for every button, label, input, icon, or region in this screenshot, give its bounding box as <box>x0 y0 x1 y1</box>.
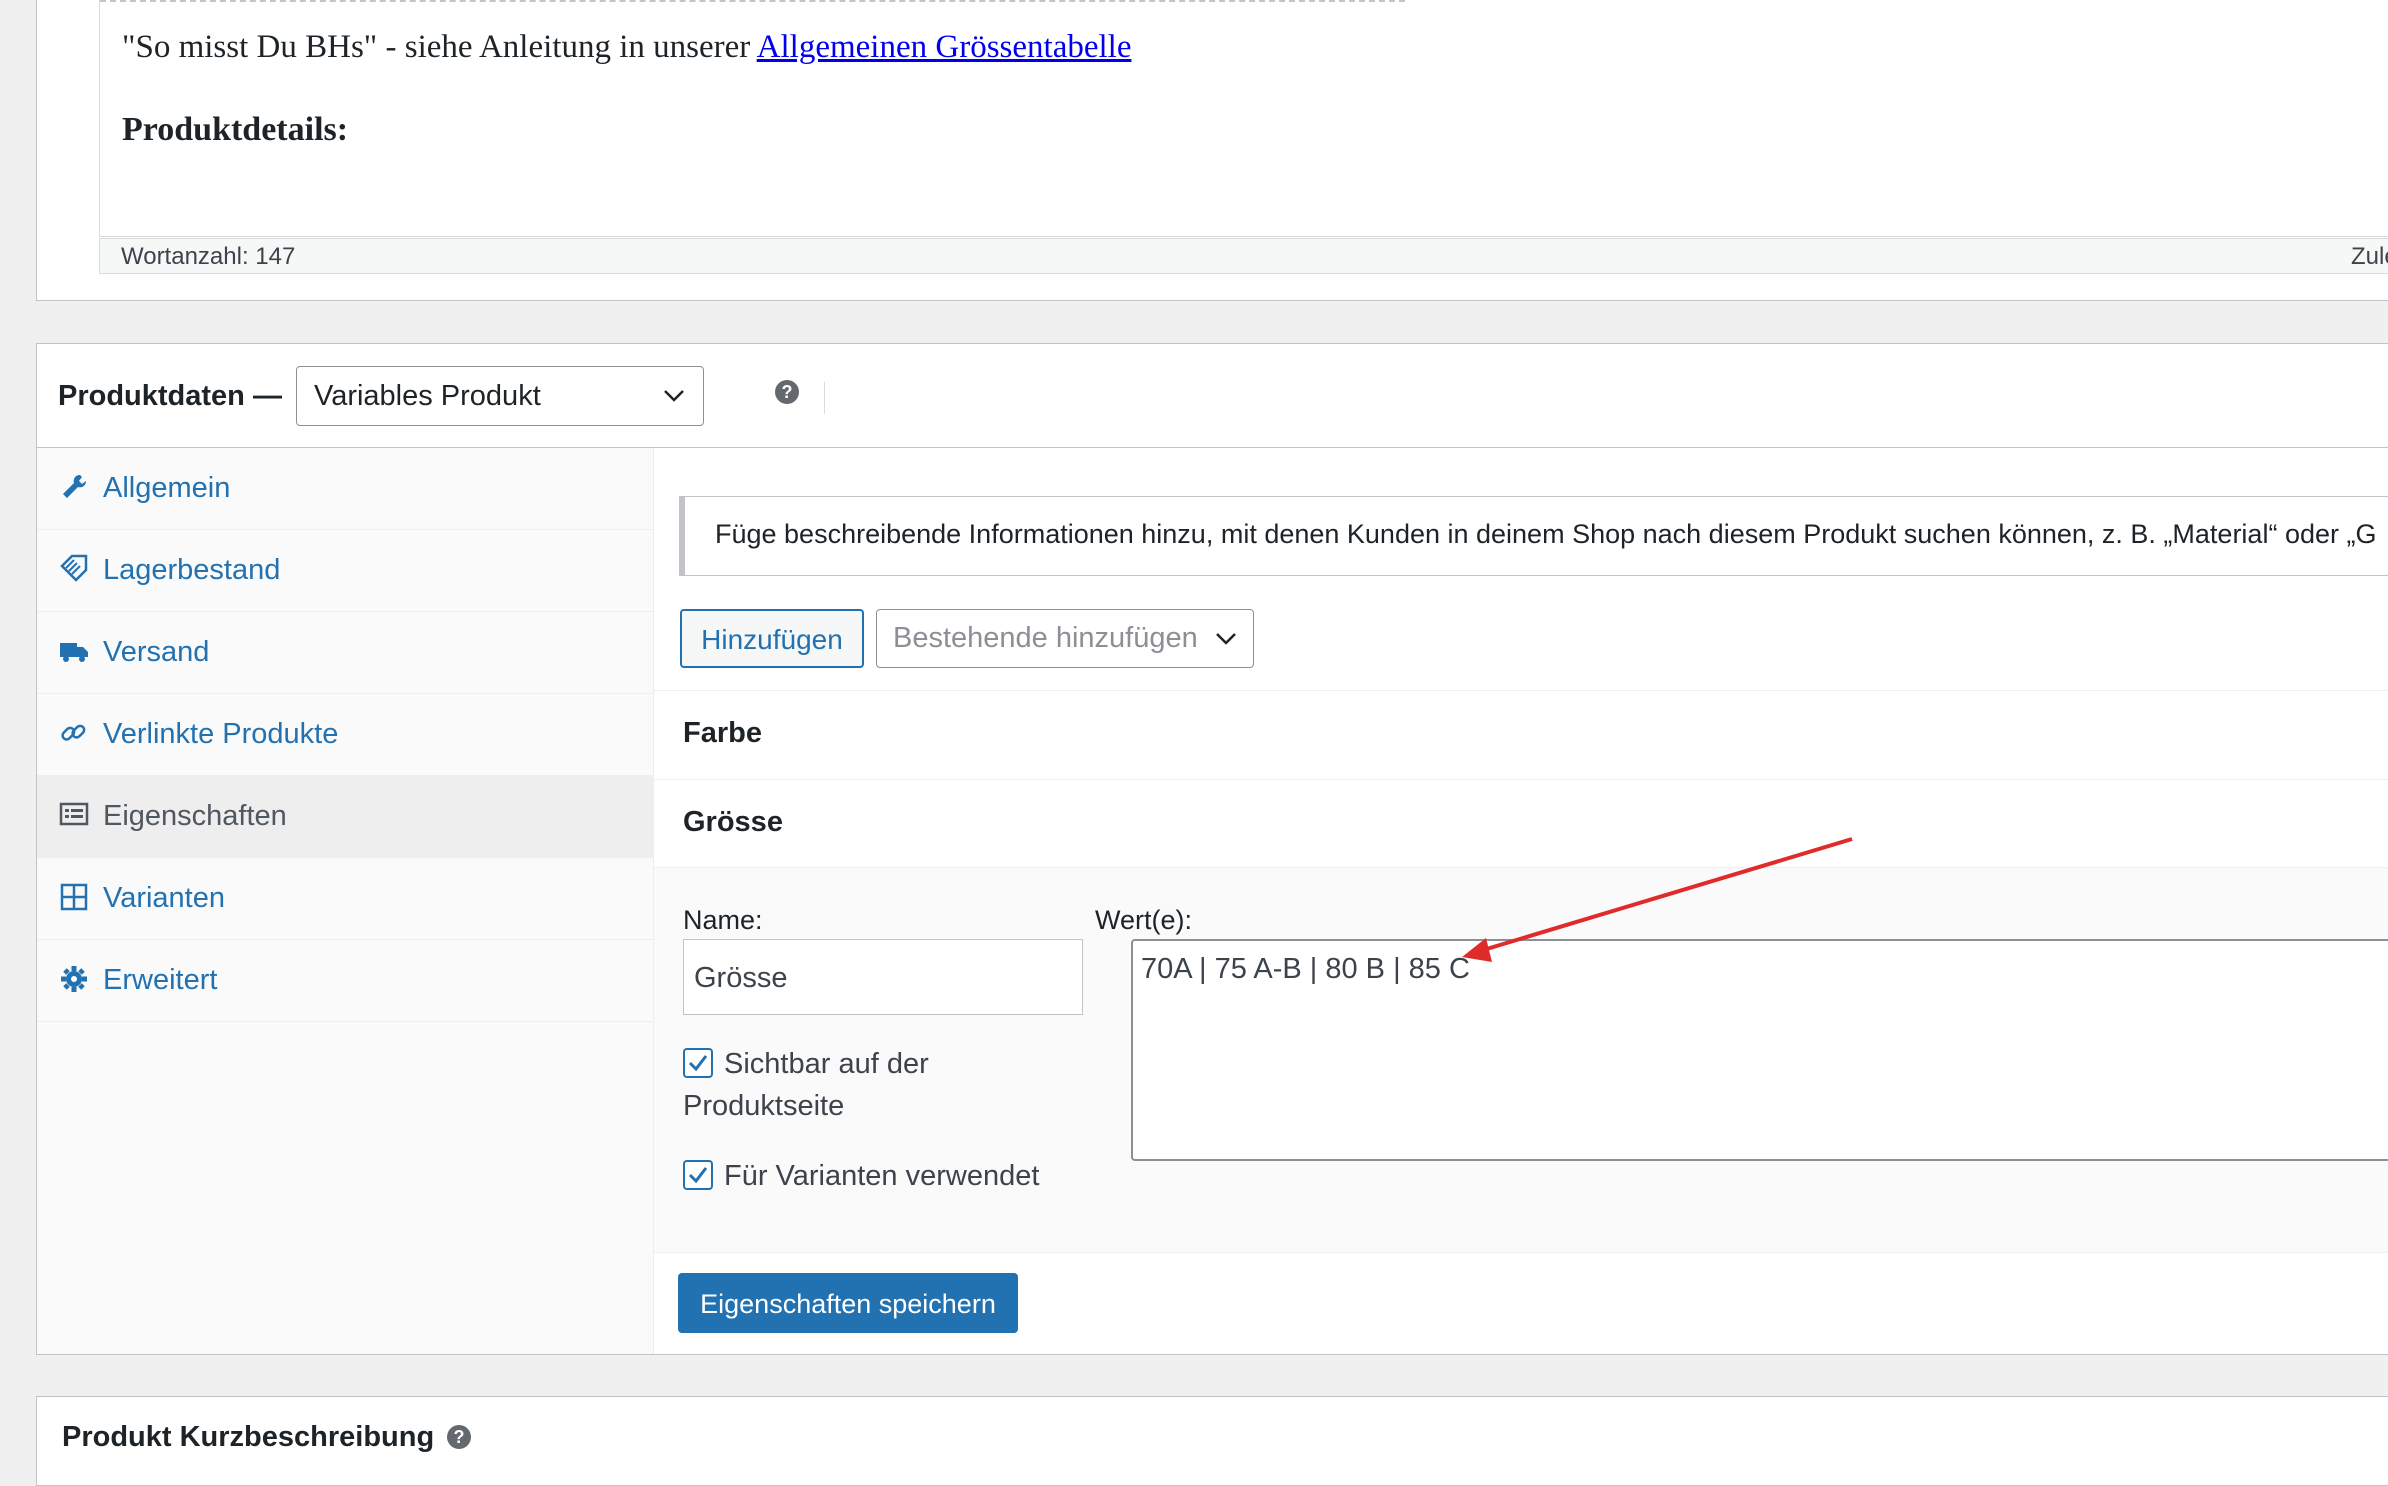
editor-status-bar: Wortanzahl: 147 Zuletz <box>99 238 2388 274</box>
attribute-row-farbe[interactable]: Farbe <box>654 690 2388 778</box>
notice-text: Füge beschreibende Informationen hinzu, … <box>715 519 2377 549</box>
tab-label: Lagerbestand <box>103 554 281 586</box>
size-guide-text: "So misst Du BHs" - siehe Anleitung in u… <box>122 29 757 65</box>
attribute-values-textarea[interactable]: 70A | 75 A-B | 80 B | 85 C <box>1131 939 2388 1161</box>
truck-icon <box>60 643 88 662</box>
attribute-name: Farbe <box>683 717 762 749</box>
short-description-title: Produkt Kurzbeschreibung <box>62 1421 435 1453</box>
attributes-panel: Füge beschreibende Informationen hinzu, … <box>654 448 2388 1354</box>
editor-content-area[interactable]: "So misst Du BHs" - siehe Anleitung in u… <box>99 0 2388 237</box>
product-data-tabs: Allgemein Lagerbestand Versand Verlinkte… <box>37 448 654 1354</box>
attribute-row-groesse[interactable]: Grösse <box>654 779 2388 867</box>
size-chart-link[interactable]: Allgemeinen Grössentabelle <box>757 29 1132 65</box>
tab-label: Erweitert <box>103 964 218 996</box>
add-attribute-button[interactable]: Hinzufügen <box>680 609 864 668</box>
visible-checkbox-label: Sichtbar auf der <box>724 1048 929 1080</box>
checkmark-icon <box>688 1167 708 1184</box>
tab-verlinkte-produkte[interactable]: Verlinkte Produkte <box>37 694 653 776</box>
short-description-box: Produkt Kurzbeschreibung ? <box>36 1396 2388 1486</box>
values-text: 70A | 75 A-B | 80 B | 85 C <box>1141 953 1470 985</box>
size-guide-paragraph: "So misst Du BHs" - siehe Anleitung in u… <box>122 29 1131 66</box>
checkmark-icon <box>688 1055 708 1072</box>
list-icon <box>59 802 89 826</box>
attribute-name: Grösse <box>683 806 783 838</box>
visible-checkbox-label-cont: Produktseite <box>683 1090 845 1122</box>
save-button-label: Eigenschaften speichern <box>700 1289 996 1319</box>
product-data-title: Produktdaten — <box>58 380 282 412</box>
tab-eigenschaften[interactable]: Eigenschaften <box>37 776 653 858</box>
grid-icon <box>60 883 88 911</box>
existing-select-label: Bestehende hinzufügen <box>893 622 1198 654</box>
tab-label: Verlinkte Produkte <box>103 718 339 750</box>
tab-lagerbestand[interactable]: Lagerbestand <box>37 530 653 612</box>
attribute-edit-area: Name: Wert(e): Grösse 70A | 75 A-B | 80 … <box>654 867 2388 1252</box>
name-label: Name: <box>683 905 763 935</box>
name-input-value: Grösse <box>694 962 788 994</box>
used-for-variations-checkbox[interactable] <box>683 1160 713 1190</box>
tab-allgemein[interactable]: Allgemein <box>37 448 653 530</box>
product-type-select[interactable]: Variables Produkt <box>296 366 704 426</box>
header-separator <box>824 382 825 414</box>
tab-label: Allgemein <box>103 472 231 504</box>
description-editor: "So misst Du BHs" - siehe Anleitung in u… <box>36 0 2388 301</box>
save-row: Eigenschaften speichern <box>654 1252 2388 1354</box>
help-icon[interactable]: ? <box>775 380 799 404</box>
last-modified: Zuletz <box>2351 243 2388 270</box>
editor-divider <box>100 0 1405 2</box>
tab-label: Varianten <box>103 882 225 914</box>
tag-icon <box>60 554 88 582</box>
wrench-icon <box>63 474 87 498</box>
tab-label: Versand <box>103 636 210 668</box>
gear-icon <box>61 966 87 992</box>
tab-erweitert[interactable]: Erweitert <box>37 940 653 1022</box>
visible-on-product-page-checkbox[interactable] <box>683 1048 713 1078</box>
save-attributes-button[interactable]: Eigenschaften speichern <box>678 1273 1018 1333</box>
tab-varianten[interactable]: Varianten <box>37 858 653 940</box>
help-icon[interactable]: ? <box>447 1425 471 1449</box>
attributes-notice: Füge beschreibende Informationen hinzu, … <box>679 496 2388 576</box>
chevron-down-icon <box>1216 633 1236 645</box>
add-button-label: Hinzufügen <box>701 624 843 655</box>
tab-versand[interactable]: Versand <box>37 612 653 694</box>
tab-label: Eigenschaften <box>103 800 287 832</box>
product-details-heading: Produktdetails: <box>122 111 349 148</box>
product-data-header: Produktdaten — Variables Produkt ? <box>37 344 2388 448</box>
attribute-name-input[interactable]: Grösse <box>683 939 1083 1015</box>
product-type-value: Variables Produkt <box>314 380 541 412</box>
word-count: Wortanzahl: 147 <box>121 243 296 270</box>
chevron-down-icon <box>664 390 684 402</box>
add-existing-select[interactable]: Bestehende hinzufügen <box>876 609 1254 668</box>
variations-checkbox-label: Für Varianten verwendet <box>724 1160 1040 1192</box>
link-icon <box>61 724 86 741</box>
values-label: Wert(e): <box>1095 905 1193 935</box>
product-data-panel: Produktdaten — Variables Produkt ? Allge… <box>36 343 2388 1355</box>
